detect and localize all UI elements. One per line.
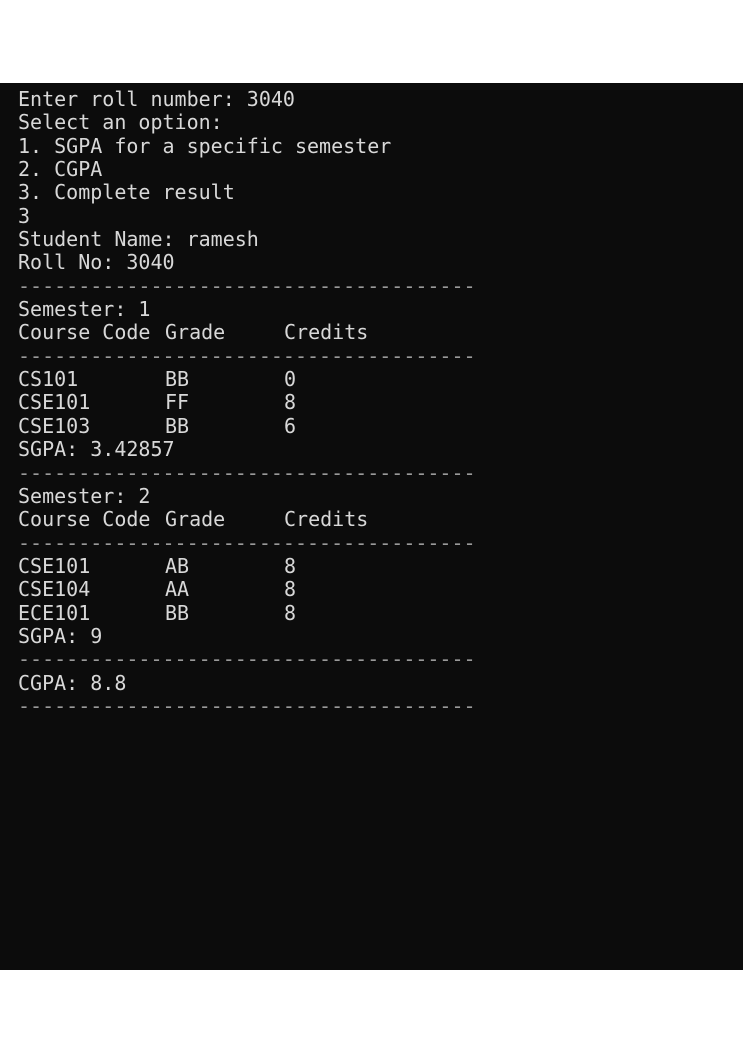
course-credits: 8 xyxy=(284,553,297,578)
menu-option-sgpa: 1. SGPA for a specific semester xyxy=(18,133,392,158)
student-roll: Roll No: 3040 xyxy=(18,250,175,275)
course-grade: BB xyxy=(165,367,190,392)
cgpa-line: CGPA: 8.8 xyxy=(18,670,127,695)
student-name: Student Name: ramesh xyxy=(18,227,259,252)
table-row: CSE101 FF 8 xyxy=(18,390,743,415)
separator: -------------------------------------- xyxy=(18,273,476,298)
course-code: CSE101 xyxy=(18,553,91,578)
menu-option-cgpa: 2. CGPA xyxy=(18,157,103,182)
course-credits: 0 xyxy=(284,367,297,392)
menu-option-complete: 3. Complete result xyxy=(18,180,235,205)
header-course-code: Course Code xyxy=(18,320,151,345)
separator: -------------------------------------- xyxy=(18,343,476,368)
course-grade: BB xyxy=(165,600,190,625)
separator: -------------------------------------- xyxy=(18,647,476,672)
sgpa-line: SGPA: 3.42857 xyxy=(18,437,175,462)
semester-title: Semester: 2 xyxy=(18,483,151,508)
semester-title: Semester: 1 xyxy=(18,297,151,322)
course-credits: 8 xyxy=(284,577,297,602)
header-credits: Credits xyxy=(284,320,369,345)
course-code: CSE104 xyxy=(18,577,91,602)
header-grade: Grade xyxy=(165,320,226,345)
table-row: CSE101 AB 8 xyxy=(18,553,743,578)
separator: -------------------------------------- xyxy=(18,460,476,485)
table-row: CSE103 BB 6 xyxy=(18,413,743,438)
course-grade: BB xyxy=(165,413,190,438)
course-grade: AB xyxy=(165,553,190,578)
table-row: CS101 BB 0 xyxy=(18,367,743,392)
course-code: CSE103 xyxy=(18,413,91,438)
course-grade: AA xyxy=(165,577,190,602)
course-grade: FF xyxy=(165,390,190,415)
course-code: CSE101 xyxy=(18,390,91,415)
table-header: Course Code Grade Credits xyxy=(18,507,743,532)
semester-block: Semester: 2 Course Code Grade Credits --… xyxy=(18,483,743,672)
header-grade: Grade xyxy=(165,507,226,532)
course-code: CS101 xyxy=(18,367,79,392)
separator: -------------------------------------- xyxy=(18,693,476,718)
sgpa-line: SGPA: 9 xyxy=(18,623,103,648)
course-credits: 8 xyxy=(284,600,297,625)
course-credits: 6 xyxy=(284,413,297,438)
semester-block: Semester: 1 Course Code Grade Credits --… xyxy=(18,297,743,485)
terminal-window: Enter roll number: 3040 Select an option… xyxy=(0,83,743,970)
separator: -------------------------------------- xyxy=(18,530,476,555)
header-credits: Credits xyxy=(284,507,369,532)
roll-prompt: Enter roll number: 3040 xyxy=(18,87,295,111)
table-header: Course Code Grade Credits xyxy=(18,320,743,345)
user-choice: 3 xyxy=(18,203,31,228)
table-row: ECE101 BB 8 xyxy=(18,600,743,625)
table-row: CSE104 AA 8 xyxy=(18,577,743,602)
course-credits: 8 xyxy=(284,390,297,415)
menu-title: Select an option: xyxy=(18,110,223,135)
header-course-code: Course Code xyxy=(18,507,151,532)
course-code: ECE101 xyxy=(18,600,91,625)
